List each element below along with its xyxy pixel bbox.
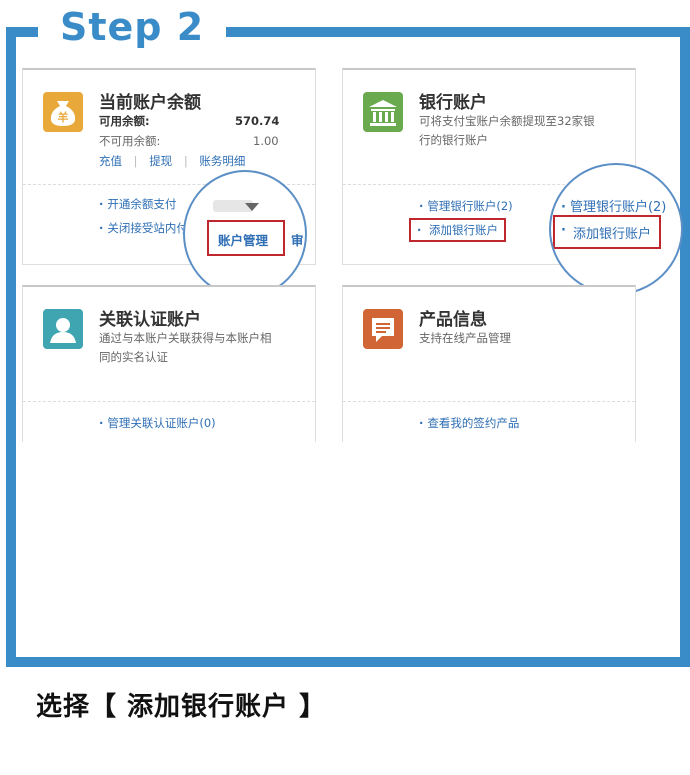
enable-balance-pay-link[interactable]: 开通余额支付: [99, 196, 176, 212]
document-icon: [363, 309, 403, 349]
identity-title: 关联认证账户: [99, 310, 201, 330]
chevron-down-icon[interactable]: [245, 203, 259, 211]
available-label: 可用余额:: [99, 114, 150, 128]
account-manage-label: 账户管理: [218, 233, 269, 248]
product-info-card: 产品信息 支持在线产品管理 查看我的签约产品: [342, 285, 636, 442]
account-manage-button[interactable]: 账户管理: [207, 220, 285, 256]
money-bag-icon: 羊: [43, 92, 83, 132]
add-bank-account-label: 添加银行账户: [429, 223, 499, 237]
linked-identity-card: 关联认证账户 通过与本账户关联获得与本账户相 同的实名认证 管理关联认证账户(0…: [22, 285, 316, 442]
disable-onsite-pay-link[interactable]: 关闭接受站内付: [99, 220, 188, 236]
add-bank-account-link[interactable]: 添加银行账户: [409, 218, 507, 242]
step-title: Step 2: [38, 0, 227, 54]
card-divider: [23, 401, 315, 402]
zoom-circle-add-bank: · 管理银行账户(2) · 添加银行账户: [549, 163, 683, 295]
bank-icon: [363, 92, 403, 132]
identity-desc-line1: 通过与本账户关联获得与本账户相: [99, 331, 272, 345]
identity-desc-line2: 同的实名认证: [99, 350, 168, 364]
zoom-add-bank-button[interactable]: · 添加银行账户: [553, 215, 661, 249]
recharge-link[interactable]: 充值: [99, 154, 122, 168]
bank-title: 银行账户: [419, 93, 487, 113]
zoom-manage-bank-label: 管理银行账户(2): [569, 200, 667, 215]
zoom-manage-bank-link[interactable]: · 管理银行账户(2): [561, 196, 666, 215]
manage-bank-accounts-link[interactable]: 管理银行账户(2): [419, 198, 512, 214]
product-title: 产品信息: [419, 310, 487, 330]
available-value: 570.74: [235, 114, 280, 128]
unavailable-label: 不可用余额:: [99, 134, 161, 148]
instruction-caption: 选择【 添加银行账户 】: [36, 692, 327, 722]
balance-actions: 充值 | 提现 | 账务明细: [99, 152, 245, 171]
bank-desc-line2: 行的银行账户: [419, 133, 488, 147]
bank-desc-line1: 可将支付宝账户余额提现至32家银: [419, 114, 595, 128]
user-icon: [43, 309, 83, 349]
balance-title: 当前账户余额: [99, 93, 201, 113]
money-bag-glyph: 羊: [58, 110, 69, 124]
zoom-add-bank-label: 添加银行账户: [573, 227, 652, 242]
unavailable-value: 1.00: [253, 134, 279, 148]
manage-linked-accounts-link[interactable]: 管理关联认证账户(0): [99, 415, 215, 431]
product-desc: 支持在线产品管理: [419, 331, 511, 345]
zoom-circle-account-manage: 账户管理 审: [183, 170, 307, 298]
account-details-link[interactable]: 账务明细: [199, 154, 245, 168]
card-divider: [343, 401, 635, 402]
view-signed-products-link[interactable]: 查看我的签约产品: [419, 415, 519, 431]
action-separator: |: [183, 154, 188, 168]
withdraw-link[interactable]: 提现: [149, 154, 172, 168]
action-separator: |: [133, 154, 138, 168]
zoom-partial-text: 审: [291, 233, 304, 248]
